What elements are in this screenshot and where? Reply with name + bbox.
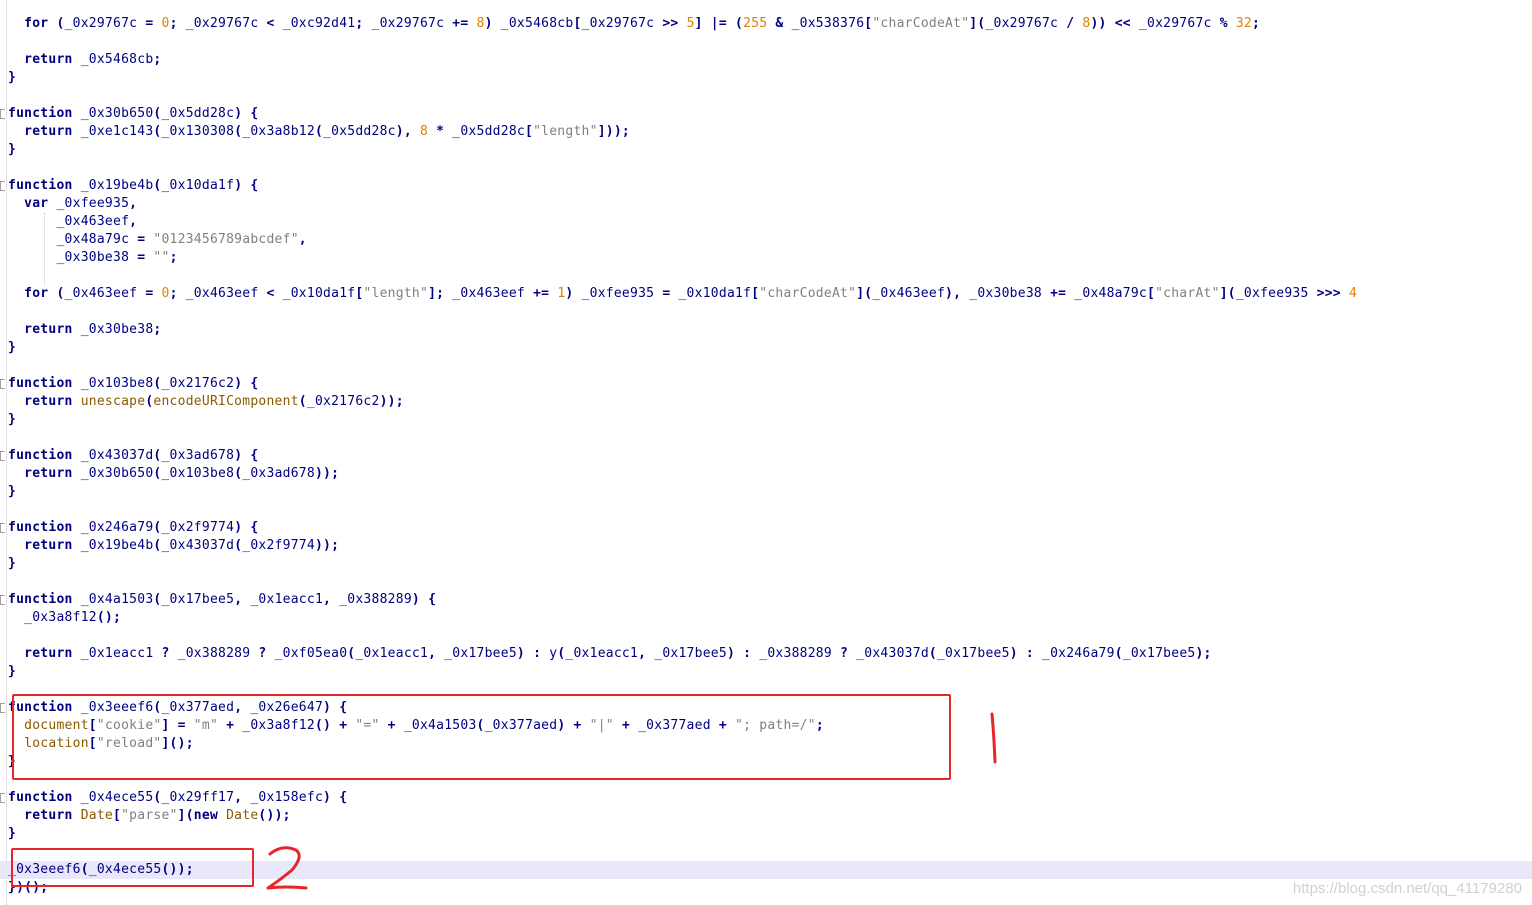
code-line[interactable]: return _0x1eacc1 ? _0x388289 ? _0xf05ea0…: [8, 645, 1212, 663]
code-line[interactable]: return _0x30b650(_0x103be8(_0x3ad678));: [8, 465, 339, 483]
code-line[interactable]: }: [8, 141, 16, 159]
code-line[interactable]: function _0x30b650(_0x5dd28c) {: [8, 105, 258, 123]
code-editor[interactable]: for (_0x29767c = 0; _0x29767c < _0xc92d4…: [0, 0, 1532, 905]
code-line[interactable]: }: [8, 663, 16, 681]
annotation-mark-1: 1: [990, 712, 997, 764]
code-line[interactable]: function _0x43037d(_0x3ad678) {: [8, 447, 258, 465]
fold-marker[interactable]: [0, 703, 5, 713]
code-line[interactable]: _0x463eef,: [8, 213, 137, 231]
code-line[interactable]: return Date["parse"](new Date());: [8, 807, 291, 825]
watermark: https://blog.csdn.net/qq_41179280: [1292, 880, 1522, 897]
fold-marker[interactable]: [0, 451, 5, 461]
code-line[interactable]: }: [8, 339, 16, 357]
code-line[interactable]: return _0x5468cb;: [8, 51, 161, 69]
code-line[interactable]: function _0x103be8(_0x2176c2) {: [8, 375, 258, 393]
code-line[interactable]: }: [8, 825, 16, 843]
fold-marker[interactable]: [0, 523, 5, 533]
code-line[interactable]: return _0x30be38;: [8, 321, 161, 339]
fold-marker[interactable]: [0, 379, 5, 389]
code-line[interactable]: _0x30be38 = "";: [8, 249, 178, 267]
fold-marker[interactable]: [0, 181, 5, 191]
code-line[interactable]: return _0xe1c143(_0x130308(_0x3a8b12(_0x…: [8, 123, 630, 141]
annotation-box-2: [11, 848, 254, 887]
code-line[interactable]: _0x3a8f12();: [8, 609, 121, 627]
code-line[interactable]: return _0x19be4b(_0x43037d(_0x2f9774));: [8, 537, 339, 555]
code-line[interactable]: function _0x19be4b(_0x10da1f) {: [8, 177, 258, 195]
code-line[interactable]: }: [8, 69, 16, 87]
code-line[interactable]: return unescape(encodeURIComponent(_0x21…: [8, 393, 404, 411]
fold-marker[interactable]: [0, 793, 5, 803]
annotation-box-1: [12, 694, 951, 780]
code-line[interactable]: function _0x4a1503(_0x17bee5, _0x1eacc1,…: [8, 591, 436, 609]
fold-marker[interactable]: [0, 109, 5, 119]
fold-marker[interactable]: [0, 595, 5, 605]
code-line[interactable]: function _0x4ece55(_0x29ff17, _0x158efc)…: [8, 789, 347, 807]
annotation-mark-2: 2: [266, 846, 308, 890]
code-line[interactable]: }: [8, 411, 16, 429]
fold-guide: [6, 0, 7, 905]
code-line[interactable]: }: [8, 483, 16, 501]
code-line[interactable]: }: [8, 555, 16, 573]
code-line[interactable]: for (_0x463eef = 0; _0x463eef < _0x10da1…: [8, 285, 1357, 303]
code-line[interactable]: for (_0x29767c = 0; _0x29767c < _0xc92d4…: [8, 15, 1260, 33]
code-line[interactable]: var _0xfee935,: [8, 195, 137, 213]
code-line[interactable]: _0x48a79c = "0123456789abcdef",: [8, 231, 307, 249]
code-line[interactable]: function _0x246a79(_0x2f9774) {: [8, 519, 258, 537]
